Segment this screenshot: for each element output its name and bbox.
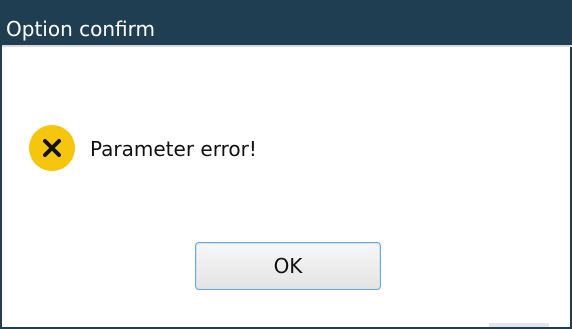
ok-button[interactable]: OK <box>195 242 381 290</box>
dialog-titlebar: Option confirm <box>2 0 572 45</box>
title-separator <box>2 45 572 47</box>
option-confirm-dialog: Option confirm Parameter error! OK <box>0 0 572 329</box>
dialog-title: Option confirm <box>6 17 155 41</box>
bottom-edge-mark <box>489 323 549 327</box>
error-message: Parameter error! <box>90 137 257 161</box>
error-x-icon <box>29 125 75 171</box>
